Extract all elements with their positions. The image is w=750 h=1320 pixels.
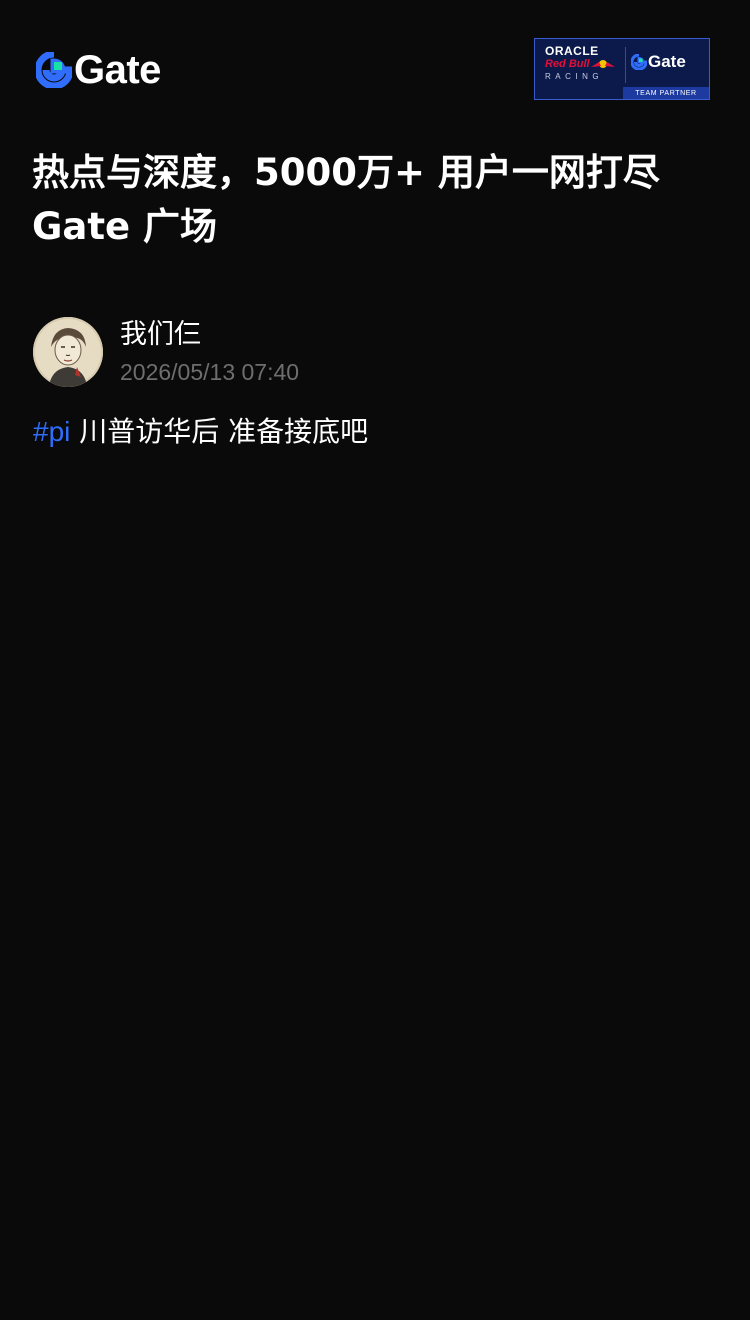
gate-logo[interactable]: Gate (36, 50, 161, 90)
hashtag-link[interactable]: #pi (33, 416, 70, 447)
gate-logo-icon (36, 52, 72, 88)
avatar-illustration (33, 317, 103, 387)
post-body: #pi 川普访华后 准备接底吧 (33, 410, 368, 454)
author-info: 我们仨 2026/05/13 07:40 (120, 317, 299, 387)
avatar[interactable] (33, 317, 103, 387)
partner-gate-text: Gate (648, 52, 686, 71)
oracle-redbull-mark: ORACLE Red Bull RACING (543, 44, 619, 86)
redbull-label: Red Bull (545, 58, 590, 70)
team-partner-badge: ORACLE Red Bull RACING Gate TEAM PARTNER (534, 38, 710, 100)
page-title: 热点与深度，5000万+ 用户一网打尽 Gate 广场 (32, 146, 722, 254)
header: Gate ORACLE Red Bull RACING Gate TEAM PA… (36, 38, 710, 102)
page: Gate ORACLE Red Bull RACING Gate TEAM PA… (0, 0, 750, 1320)
partner-gate-logo: Gate (631, 52, 686, 72)
title-line-1: 热点与深度，5000万+ 用户一网打尽 (32, 151, 660, 194)
team-partner-strip: TEAM PARTNER (623, 87, 709, 99)
post-author: 我们仨 2026/05/13 07:40 (33, 317, 299, 387)
oracle-label: ORACLE (545, 44, 599, 58)
title-line-2: Gate 广场 (32, 205, 217, 248)
gate-logo-icon (631, 54, 647, 70)
post-text: 川普访华后 准备接底吧 (70, 415, 369, 448)
bull-icon (591, 60, 615, 68)
badge-divider (625, 47, 626, 83)
post-timestamp: 2026/05/13 07:40 (120, 359, 300, 385)
author-name[interactable]: 我们仨 (120, 317, 299, 353)
racing-label: RACING (545, 72, 604, 81)
logo-text: Gate (74, 48, 161, 92)
team-partner-label: TEAM PARTNER (635, 89, 697, 97)
